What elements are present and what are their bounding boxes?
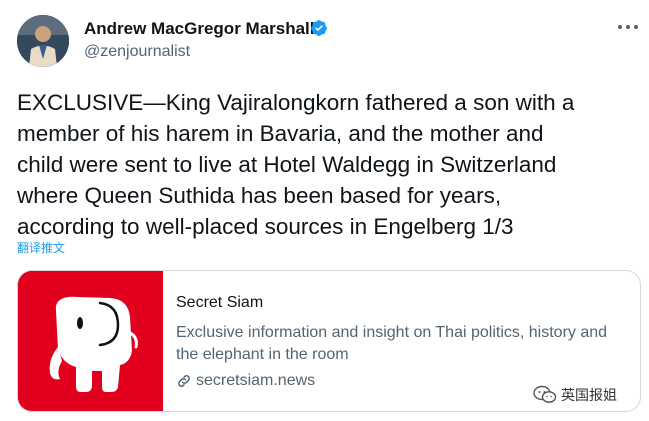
card-description-line: the elephant in the room xyxy=(176,346,349,363)
author-name[interactable]: Andrew MacGregor Marshall xyxy=(84,19,315,39)
tweet-text: EXCLUSIVE—King Vajiralongkorn fathered a… xyxy=(17,87,642,242)
tweet-text-line: member of his harem in Bavaria, and the … xyxy=(17,121,544,146)
elephant-icon xyxy=(18,271,163,411)
avatar-image xyxy=(17,15,69,67)
link-icon xyxy=(178,375,190,387)
tweet-text-line: where Queen Suthida has been based for y… xyxy=(17,183,502,208)
tweet-text-line: child were sent to live at Hotel Waldegg… xyxy=(17,152,557,177)
card-body: Secret Siam Exclusive information and in… xyxy=(176,293,636,390)
avatar[interactable] xyxy=(17,15,69,67)
watermark-text: 英国报姐 xyxy=(561,388,617,404)
card-description-line: Exclusive information and insight on Tha… xyxy=(176,324,608,341)
watermark: 英国报姐 xyxy=(533,385,617,405)
translate-tweet-link[interactable]: 翻译推文 xyxy=(17,239,65,256)
card-description: Exclusive information and insight on Tha… xyxy=(176,322,636,366)
wechat-icon xyxy=(533,385,557,403)
card-domain-label: secretsiam.news xyxy=(196,372,316,389)
card-title: Secret Siam xyxy=(176,294,264,311)
author-handle[interactable]: @zenjournalist xyxy=(84,43,190,61)
tweet-text-line: EXCLUSIVE—King Vajiralongkorn fathered a… xyxy=(17,90,575,115)
tweet-text-line: according to well-placed sources in Enge… xyxy=(17,214,514,239)
card-thumbnail xyxy=(18,271,163,411)
more-options-icon[interactable] xyxy=(617,18,641,36)
verified-badge-icon xyxy=(311,20,327,36)
